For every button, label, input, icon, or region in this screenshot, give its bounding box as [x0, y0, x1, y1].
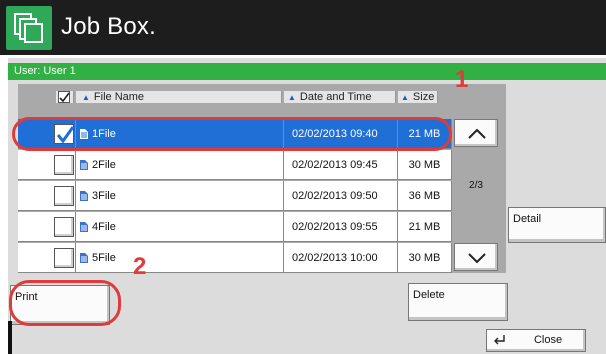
title-bar: Job Box. [0, 0, 606, 55]
file-icon [80, 191, 88, 201]
file-name: 2File [92, 159, 116, 171]
sort-icon: ▲ [288, 93, 296, 102]
file-date: 02/02/2013 10:00 [284, 243, 398, 273]
file-size: 21 MB [398, 119, 452, 149]
row-checkbox[interactable] [54, 248, 74, 268]
table-row[interactable]: 1File 02/02/2013 09:40 21 MB [18, 119, 452, 149]
close-button[interactable]: Close [486, 329, 586, 352]
row-checkbox[interactable] [54, 124, 75, 144]
user-bar: User: User 1 [8, 63, 606, 80]
job-box-icon [6, 6, 52, 50]
column-header-size[interactable]: ▲ Size [398, 91, 438, 103]
sort-icon: ▲ [82, 93, 90, 102]
row-checkbox[interactable] [54, 217, 74, 237]
file-icon [80, 160, 88, 170]
table-row[interactable]: 5File 02/02/2013 10:00 30 MB [18, 243, 452, 273]
column-header-date-time[interactable]: ▲ Date and Time [284, 91, 396, 103]
file-date: 02/02/2013 09:45 [284, 150, 398, 180]
page-title: Job Box. [61, 13, 156, 40]
sort-icon: ▲ [401, 93, 409, 102]
callout-number-2: 2 [133, 253, 147, 280]
file-size: 30 MB [398, 150, 452, 180]
file-date: 02/02/2013 09:50 [284, 181, 398, 211]
chevron-down-icon [468, 253, 486, 264]
table-row[interactable]: 4File 02/02/2013 09:55 21 MB [18, 212, 452, 242]
left-edge-bar [8, 321, 12, 354]
file-icon [80, 253, 88, 263]
table-row[interactable]: 2File 02/02/2013 09:45 30 MB [18, 150, 452, 180]
callout-number-1: 1 [455, 66, 469, 93]
table-row[interactable]: 3File 02/02/2013 09:50 36 MB [18, 181, 452, 211]
file-date: 02/02/2013 09:55 [284, 212, 398, 242]
file-name: 4File [92, 221, 116, 233]
delete-button[interactable]: Delete [408, 283, 508, 321]
row-checkbox[interactable] [54, 155, 74, 175]
scroll-up-button[interactable] [454, 119, 498, 147]
return-icon [494, 335, 505, 345]
file-icon [80, 222, 88, 232]
page-indicator: 2/3 [469, 180, 483, 191]
close-label: Close [533, 334, 563, 346]
file-name: 5File [92, 252, 116, 264]
file-name: 3File [92, 190, 116, 202]
scroll-down-button[interactable] [454, 243, 498, 271]
file-size: 21 MB [398, 212, 452, 242]
file-size: 30 MB [398, 243, 452, 273]
file-size: 36 MB [398, 181, 452, 211]
select-all-header[interactable] [56, 91, 74, 103]
file-date: 02/02/2013 09:40 [284, 119, 398, 149]
file-icon [80, 129, 88, 139]
column-header-file-name[interactable]: ▲ File Name [76, 91, 282, 103]
print-button[interactable]: Print [10, 285, 110, 325]
row-checkbox[interactable] [54, 186, 74, 206]
file-name: 1File [92, 128, 116, 140]
chevron-up-icon [468, 128, 486, 139]
select-all-checkbox[interactable] [58, 91, 70, 103]
detail-button[interactable]: Detail [508, 207, 606, 243]
